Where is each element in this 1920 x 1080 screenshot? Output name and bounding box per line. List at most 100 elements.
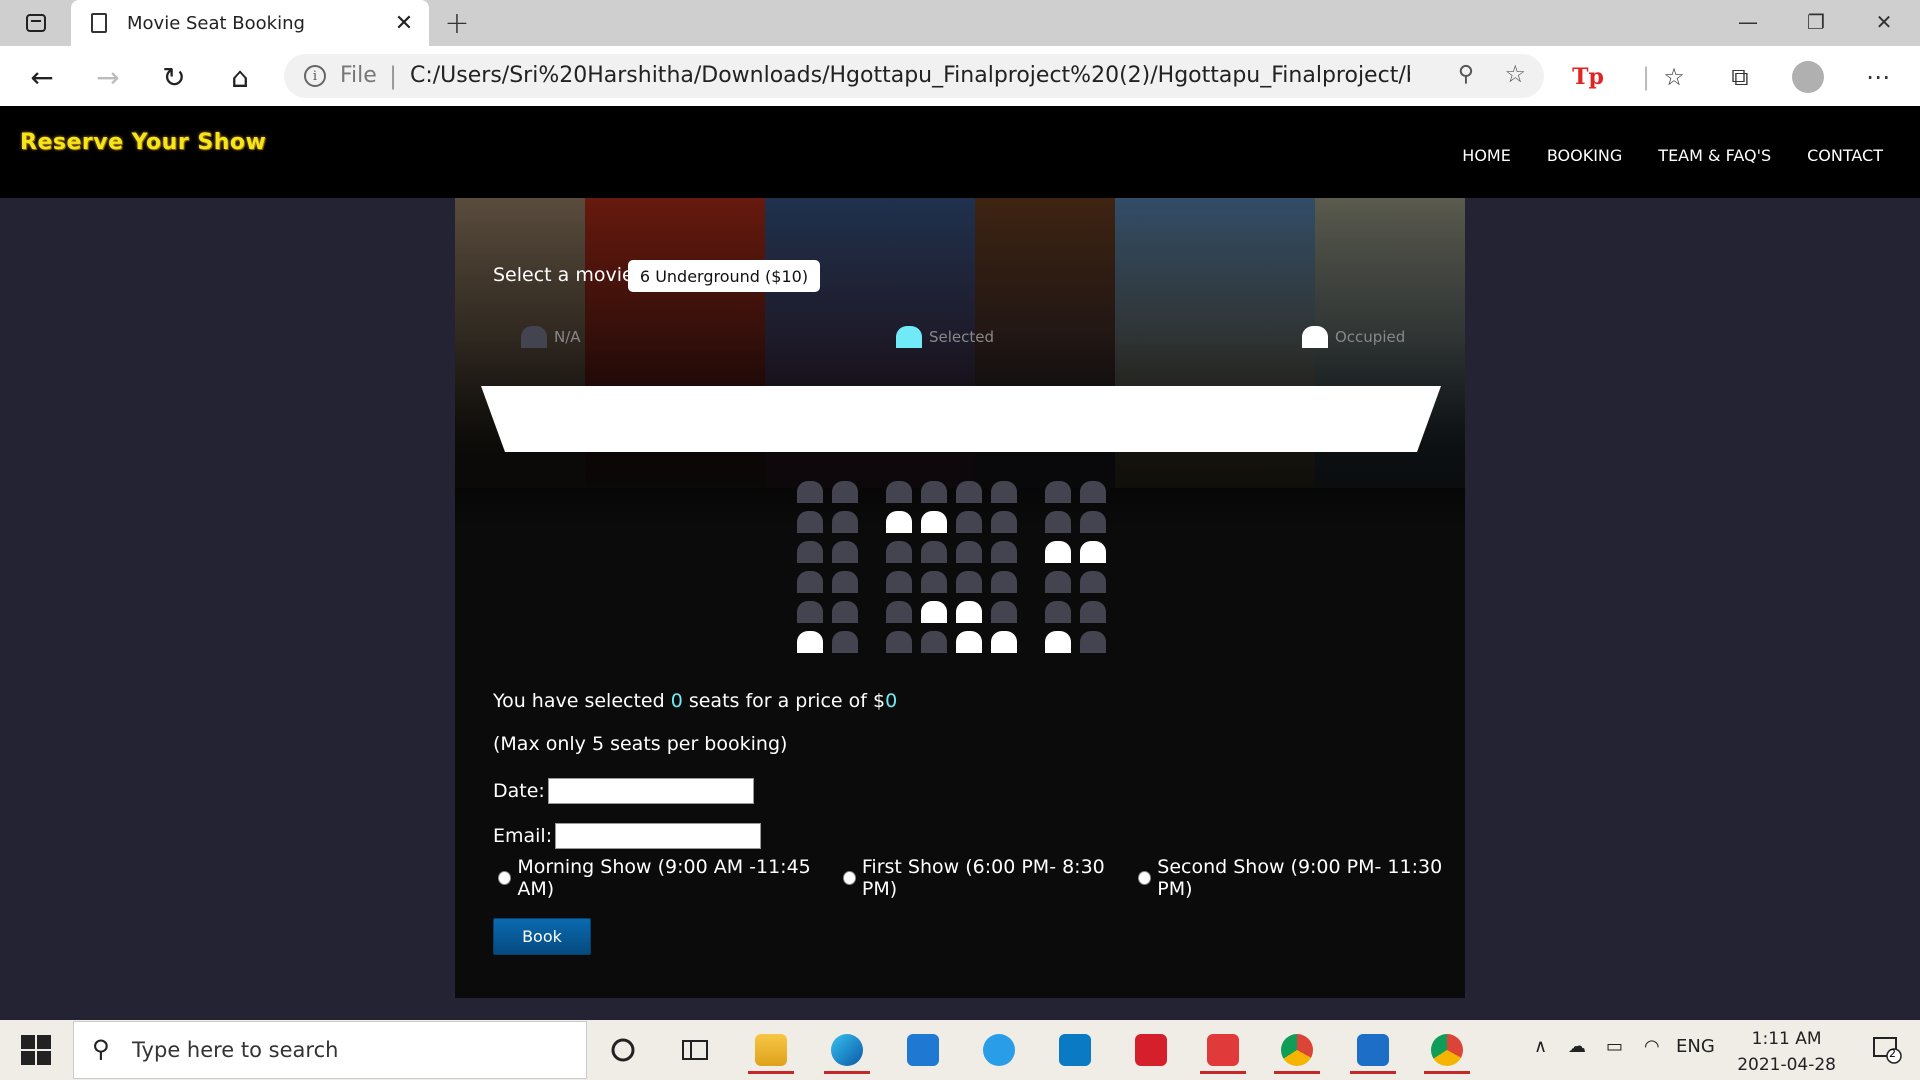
bracket-app-icon[interactable]	[1348, 1026, 1398, 1074]
seat[interactable]	[832, 541, 858, 563]
refresh-button[interactable]: ↻	[154, 57, 194, 97]
show-option-second[interactable]: Second Show (9:00 PM- 11:30 PM)	[1137, 856, 1465, 900]
windows-taskbar: ⚲ Type here to search ∧ ☁ ▭ ◠ ENG 1:11 A…	[0, 1020, 1920, 1080]
book-button[interactable]: Book	[493, 918, 591, 955]
start-button[interactable]	[14, 1032, 58, 1068]
language-indicator[interactable]: ENG	[1676, 1036, 1715, 1057]
extension-tp-icon[interactable]: Tp	[1568, 58, 1608, 96]
seat[interactable]	[1080, 571, 1106, 593]
address-bar[interactable]: i File | C:/Users/Sri%20Harshitha/Downlo…	[284, 54, 1544, 98]
seat[interactable]	[991, 601, 1017, 623]
nav-contact[interactable]: CONTACT	[1807, 146, 1883, 165]
close-tab-icon[interactable]: ✕	[391, 10, 417, 36]
task-view-icon[interactable]	[670, 1026, 720, 1074]
browser-tab[interactable]: Movie Seat Booking ✕	[71, 0, 429, 46]
opera-icon[interactable]	[1126, 1026, 1176, 1074]
seat[interactable]	[1045, 511, 1071, 533]
seat[interactable]	[832, 481, 858, 503]
seat[interactable]	[921, 481, 947, 503]
minimize-button[interactable]: —	[1720, 4, 1776, 40]
taskbar-search[interactable]: ⚲ Type here to search	[73, 1021, 587, 1079]
site-logo[interactable]: Reserve Your Show	[20, 130, 266, 155]
url-text[interactable]: C:/Users/Sri%20Harshitha/Downloads/Hgott…	[410, 63, 1410, 88]
seat[interactable]	[991, 511, 1017, 533]
dell-icon[interactable]	[1050, 1026, 1100, 1074]
seat[interactable]	[1045, 571, 1071, 593]
seat[interactable]	[991, 481, 1017, 503]
tab-actions-icon[interactable]	[16, 8, 56, 38]
seat[interactable]	[886, 541, 912, 563]
seat[interactable]	[797, 511, 823, 533]
nav-home[interactable]: HOME	[1462, 146, 1511, 165]
nav-booking[interactable]: BOOKING	[1547, 146, 1622, 165]
collections-icon[interactable]: ⧉	[1720, 58, 1760, 96]
seat[interactable]	[1045, 481, 1071, 503]
onedrive-icon[interactable]: ☁	[1568, 1036, 1586, 1057]
close-window-button[interactable]: ✕	[1856, 4, 1912, 40]
seat[interactable]	[886, 601, 912, 623]
home-button[interactable]: ⌂	[220, 57, 260, 97]
new-tab-button[interactable]: +	[440, 6, 474, 41]
seat[interactable]	[1080, 511, 1106, 533]
nav-team-faqs[interactable]: TEAM & FAQ'S	[1658, 146, 1771, 165]
seat[interactable]	[921, 571, 947, 593]
show-option-morning[interactable]: Morning Show (9:00 AM -11:45 AM)	[498, 856, 835, 900]
seat[interactable]	[886, 481, 912, 503]
profile-icon[interactable]	[1788, 58, 1828, 96]
restore-button[interactable]: ❐	[1788, 4, 1844, 40]
site-header: Reserve Your Show HOME BOOKING TEAM & FA…	[0, 106, 1920, 198]
chrome-icon[interactable]	[1272, 1026, 1322, 1074]
app-red-icon[interactable]	[1198, 1026, 1248, 1074]
cortana-icon[interactable]	[598, 1026, 648, 1074]
seat[interactable]	[886, 631, 912, 653]
show-hidden-icons-icon[interactable]: ∧	[1534, 1036, 1547, 1057]
seat[interactable]	[1080, 631, 1106, 653]
settings-menu-icon[interactable]: ⋯	[1858, 58, 1898, 96]
seat[interactable]	[1080, 481, 1106, 503]
favorites-icon[interactable]: ☆	[1654, 58, 1694, 96]
seat	[1080, 541, 1106, 563]
movie-select[interactable]: 6 Underground ($10)	[628, 260, 820, 292]
seat[interactable]	[921, 631, 947, 653]
edge-icon[interactable]	[822, 1026, 872, 1074]
radio-button[interactable]	[1137, 871, 1152, 885]
seat[interactable]	[832, 631, 858, 653]
file-explorer-icon[interactable]	[746, 1026, 796, 1074]
email-input[interactable]	[555, 823, 762, 849]
show-option-first[interactable]: First Show (6:00 PM- 8:30 PM)	[842, 856, 1130, 900]
seat[interactable]	[1080, 601, 1106, 623]
seat[interactable]	[797, 571, 823, 593]
email-row: Email:	[493, 823, 762, 849]
radio-button[interactable]	[498, 871, 512, 885]
seat[interactable]	[956, 511, 982, 533]
seat[interactable]	[886, 571, 912, 593]
seat[interactable]	[797, 541, 823, 563]
seat[interactable]	[832, 571, 858, 593]
system-clock[interactable]: 1:11 AM 2021-04-28	[1737, 1026, 1836, 1078]
seat[interactable]	[797, 601, 823, 623]
chrome-icon[interactable]	[1422, 1026, 1472, 1074]
seat[interactable]	[991, 571, 1017, 593]
seat[interactable]	[797, 481, 823, 503]
seat[interactable]	[956, 571, 982, 593]
mail-icon[interactable]	[898, 1026, 948, 1074]
seat[interactable]	[956, 481, 982, 503]
seat[interactable]	[1045, 601, 1071, 623]
back-button[interactable]: ←	[22, 57, 62, 97]
forward-button[interactable]: →	[88, 57, 128, 97]
seat[interactable]	[832, 601, 858, 623]
total-price: 0	[885, 690, 898, 712]
radio-button[interactable]	[842, 871, 856, 885]
wifi-icon[interactable]: ◠	[1644, 1036, 1660, 1057]
zoom-icon[interactable]: ⚲	[1458, 62, 1474, 87]
info-icon[interactable]: i	[304, 65, 326, 87]
battery-icon[interactable]: ▭	[1606, 1036, 1623, 1057]
notifications-icon[interactable]: 2	[1872, 1034, 1902, 1064]
seat[interactable]	[832, 511, 858, 533]
seat[interactable]	[991, 541, 1017, 563]
seat[interactable]	[921, 541, 947, 563]
date-input[interactable]	[547, 778, 754, 804]
seat[interactable]	[956, 541, 982, 563]
internet-explorer-icon[interactable]	[974, 1026, 1024, 1074]
add-favorite-icon[interactable]: ☆	[1504, 60, 1526, 88]
